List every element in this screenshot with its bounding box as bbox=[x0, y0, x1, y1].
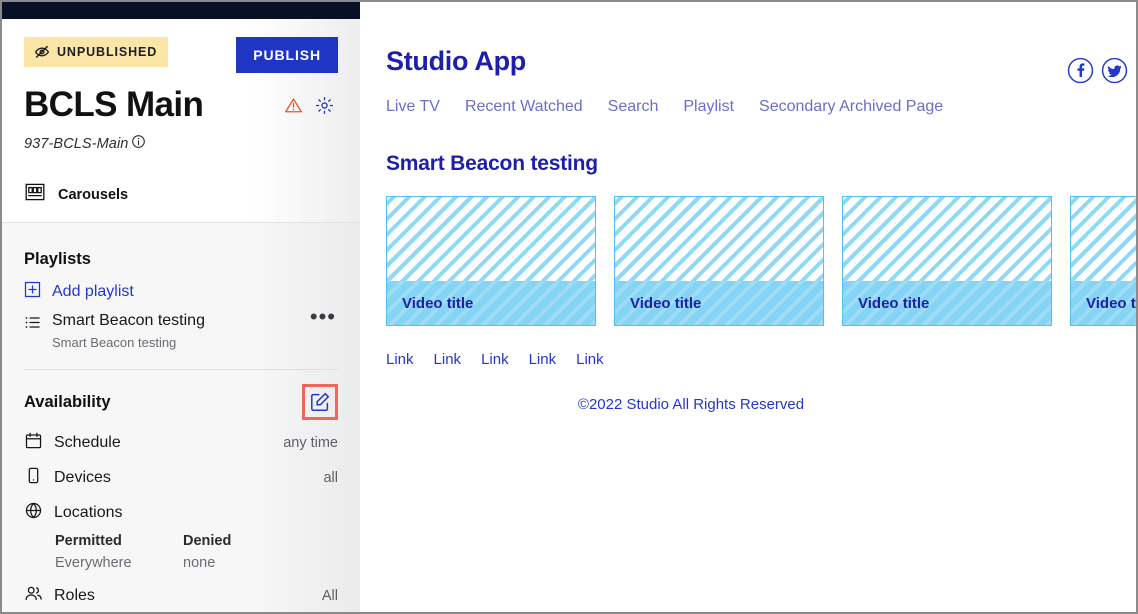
availability-heading: Availability bbox=[24, 392, 111, 411]
studio-app-title: Studio App bbox=[386, 46, 526, 76]
playlist-subtitle: Smart Beacon testing bbox=[52, 335, 177, 350]
nav-link-secondary-archived-page[interactable]: Secondary Archived Page bbox=[759, 98, 943, 116]
locations-permitted-value: Everywhere bbox=[55, 555, 132, 571]
plus-square-icon bbox=[24, 281, 41, 303]
availability-value: All bbox=[321, 588, 338, 604]
app-preview-pane: Studio App Live TV Recent Watched Search… bbox=[360, 2, 1136, 612]
edit-square-icon bbox=[308, 390, 332, 414]
slug-row: 937-BCLS-Main bbox=[24, 134, 338, 154]
video-card-footer: Video title bbox=[1071, 281, 1136, 325]
device-phone-icon bbox=[24, 466, 43, 490]
availability-label: Locations bbox=[54, 504, 123, 521]
nav-link-recent-watched[interactable]: Recent Watched bbox=[465, 98, 583, 116]
title-icon-group bbox=[284, 96, 338, 115]
playlists-heading: Playlists bbox=[24, 250, 91, 268]
video-card[interactable]: Video title bbox=[1070, 196, 1136, 326]
page-title: BCLS Main bbox=[24, 85, 204, 124]
video-card-footer: Video title bbox=[843, 281, 1051, 325]
globe-icon bbox=[24, 501, 43, 525]
playlist-overflow-menu-icon[interactable]: ••• bbox=[310, 306, 338, 328]
carousels-label: Carousels bbox=[58, 186, 129, 203]
sidebar-panel: UNPUBLISHED PUBLISH BCLS Main 937-BCLS-M… bbox=[2, 2, 360, 612]
nav-link-search[interactable]: Search bbox=[608, 98, 659, 116]
locations-permitted-column: Permitted Everywhere bbox=[55, 533, 183, 571]
footer-link[interactable]: Link bbox=[434, 351, 462, 368]
users-icon bbox=[24, 584, 43, 608]
video-card-footer: Video title bbox=[615, 281, 823, 325]
footer-link[interactable]: Link bbox=[576, 351, 604, 368]
carousels-nav-item[interactable]: Carousels bbox=[24, 181, 338, 208]
preview-section-title: Smart Beacon testing bbox=[386, 152, 598, 175]
eye-slash-icon bbox=[34, 44, 50, 60]
playlist-text-group: Smart Beacon testing Smart Beacon testin… bbox=[52, 312, 299, 350]
status-badge: UNPUBLISHED bbox=[24, 37, 169, 67]
calendar-icon bbox=[24, 431, 43, 455]
video-card[interactable]: Video title bbox=[842, 196, 1052, 326]
slug-text: 937-BCLS-Main bbox=[24, 136, 129, 153]
title-row: BCLS Main bbox=[24, 85, 338, 125]
footer-link[interactable]: Link bbox=[481, 351, 509, 368]
preview-footer-links: Link Link Link Link Link bbox=[386, 351, 1136, 368]
footer-link[interactable]: Link bbox=[529, 351, 557, 368]
nav-link-live-tv[interactable]: Live TV bbox=[386, 98, 440, 116]
app-top-bar bbox=[2, 2, 360, 19]
video-card-title: Video title bbox=[1086, 294, 1136, 312]
add-playlist-button[interactable]: Add playlist bbox=[24, 281, 338, 303]
availability-row-schedule[interactable]: Schedule any time bbox=[24, 431, 338, 455]
status-badge-label: UNPUBLISHED bbox=[57, 44, 158, 59]
video-card-title: Video title bbox=[630, 294, 702, 312]
warning-triangle-icon[interactable] bbox=[284, 96, 303, 115]
locations-denied-column: Denied none bbox=[183, 533, 311, 571]
carousel-icon bbox=[24, 181, 46, 208]
locations-denied-value: none bbox=[183, 555, 216, 571]
gear-icon[interactable] bbox=[315, 96, 334, 115]
social-icon-group bbox=[1067, 57, 1128, 89]
locations-denied-header: Denied bbox=[183, 533, 232, 549]
availability-value: any time bbox=[283, 435, 338, 451]
app-window: UNPUBLISHED PUBLISH BCLS Main 937-BCLS-M… bbox=[0, 0, 1138, 614]
edit-availability-button[interactable] bbox=[302, 384, 338, 420]
locations-permitted-header: Permitted bbox=[55, 533, 122, 549]
preview-nav-links: Live TV Recent Watched Search Playlist S… bbox=[386, 98, 1136, 116]
availability-header-row: Availability bbox=[24, 384, 338, 420]
sidebar-body: Playlists Add playlist Smart Beacon test… bbox=[2, 222, 360, 612]
facebook-icon[interactable] bbox=[1067, 57, 1094, 89]
availability-label: Schedule bbox=[54, 434, 121, 451]
nav-link-playlist[interactable]: Playlist bbox=[683, 98, 734, 116]
footer-link[interactable]: Link bbox=[386, 351, 414, 368]
availability-row-roles[interactable]: Roles All bbox=[24, 584, 338, 608]
info-circle-icon[interactable] bbox=[131, 134, 146, 154]
availability-label: Devices bbox=[54, 469, 111, 486]
availability-value: all bbox=[323, 470, 338, 486]
video-card-row: Video title Video title Video title Vide… bbox=[386, 196, 1136, 326]
section-divider bbox=[24, 369, 338, 370]
copyright-text: ©2022 Studio All Rights Reserved bbox=[577, 396, 805, 413]
playlist-name: Smart Beacon testing bbox=[52, 312, 205, 329]
locations-detail-grid: Permitted Everywhere Denied none bbox=[24, 533, 338, 571]
video-card[interactable]: Video title bbox=[386, 196, 596, 326]
video-card-title: Video title bbox=[402, 294, 474, 312]
twitter-icon[interactable] bbox=[1101, 57, 1128, 89]
availability-label: Roles bbox=[54, 587, 95, 604]
availability-row-locations[interactable]: Locations bbox=[24, 501, 338, 525]
availability-row-devices[interactable]: Devices all bbox=[24, 466, 338, 490]
video-card-footer: Video title bbox=[387, 281, 595, 325]
publish-button[interactable]: PUBLISH bbox=[236, 37, 338, 73]
status-and-publish-row: UNPUBLISHED PUBLISH bbox=[24, 19, 338, 73]
video-card[interactable]: Video title bbox=[614, 196, 824, 326]
sidebar-header: UNPUBLISHED PUBLISH BCLS Main 937-BCLS-M… bbox=[2, 19, 360, 222]
add-playlist-label: Add playlist bbox=[52, 283, 134, 300]
video-card-title: Video title bbox=[858, 294, 930, 312]
list-icon bbox=[24, 314, 41, 336]
playlist-list-item[interactable]: Smart Beacon testing Smart Beacon testin… bbox=[24, 306, 338, 350]
